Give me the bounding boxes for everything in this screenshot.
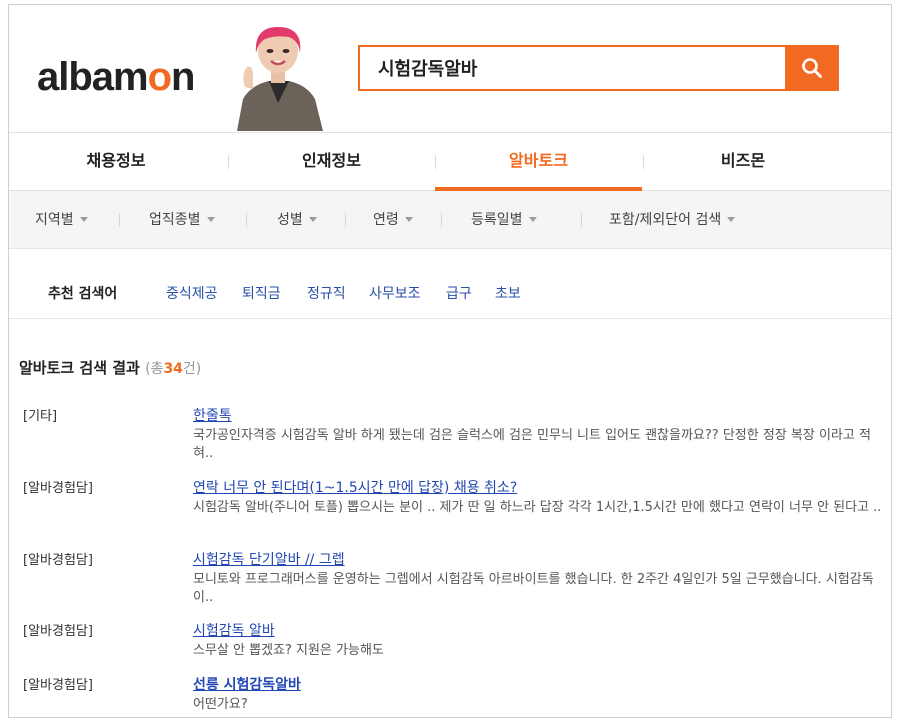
caret-down-icon	[206, 216, 215, 222]
recommended-keyword[interactable]: 정규직	[307, 283, 346, 303]
result-category: [알바경험담]	[23, 678, 93, 693]
header: albamon	[9, 5, 891, 132]
recommended-keyword[interactable]: 중식제공	[166, 283, 218, 303]
search-input[interactable]	[358, 45, 785, 91]
result-title-link[interactable]: 연락 너무 안 된다며(1~1.5시간 만에 답장) 채용 취소?	[193, 477, 517, 497]
albamon-logo[interactable]: albamon	[37, 55, 196, 99]
caret-down-icon	[727, 216, 736, 222]
result-snippet: 스무살 안 뽑겠죠? 지원은 가능해도	[193, 643, 384, 658]
search-icon	[802, 58, 822, 78]
result-title-link[interactable]: 선릉 시험감독알바	[193, 674, 301, 694]
recommended-keyword[interactable]: 초보	[495, 283, 521, 303]
results-title: 알바토크 검색 결과 (총34건)	[19, 357, 201, 378]
recommended-keyword[interactable]: 퇴직금	[242, 283, 281, 303]
filter-divider	[345, 213, 346, 227]
logo-accent: o	[147, 55, 172, 99]
filter-divider	[119, 213, 120, 227]
filter-label: 성별	[277, 212, 303, 228]
filter-label: 포함/제외단어 검색	[609, 212, 722, 228]
result-category: [알바경험담]	[23, 624, 93, 639]
page: albamon 채용정보 인재정보 알바토크	[8, 4, 892, 718]
recommended-keyword[interactable]: 급구	[446, 283, 472, 303]
result-category: [기타]	[23, 409, 58, 424]
tab-recruit-info[interactable]: 채용정보	[9, 133, 223, 191]
promo-model-image	[237, 27, 323, 131]
filter-bar: 지역별 업직종별 성별 연령 등록일별 포함/제외단어 검색	[9, 191, 891, 249]
result-title-link[interactable]: 한줄톡	[193, 405, 232, 425]
caret-down-icon	[308, 216, 317, 222]
result-snippet: 시험감독 알바(주니어 토플) 뽑으시는 분이 .. 제가 딴 일 하느라 답장…	[193, 500, 882, 515]
filter-label: 연령	[373, 212, 399, 228]
caret-down-icon	[528, 216, 537, 222]
logo-prefix: albam	[37, 55, 149, 99]
recommended-keyword[interactable]: 사무보조	[369, 283, 421, 303]
logo-suffix: n	[171, 55, 195, 99]
result-snippet: 국가공인자격증 시험감독 알바 하게 됐는데 검은 슬럭스에 검은 민무늬 니트…	[193, 428, 871, 461]
result-title-link[interactable]: 시험감독 단기알바 // 그렙	[193, 549, 345, 569]
caret-down-icon	[404, 216, 413, 222]
caret-down-icon	[79, 216, 88, 222]
filter-divider	[581, 213, 582, 227]
results-count: 34	[163, 361, 183, 377]
filter-age-dropdown[interactable]: 연령	[373, 191, 413, 249]
recommended-keywords: 추천 검색어 중식제공 퇴직금 정규직 사무보조 급구 초보	[9, 249, 891, 319]
filter-gender-dropdown[interactable]: 성별	[277, 191, 317, 249]
results-count-open: (총	[145, 361, 164, 377]
result-category: [알바경험담]	[23, 553, 93, 568]
result-category: [알바경험담]	[23, 481, 93, 496]
filter-divider	[246, 213, 247, 227]
results-title-text: 알바토크 검색 결과	[19, 359, 140, 377]
result-snippet: 어떤가요?	[193, 697, 248, 712]
search-button[interactable]	[785, 45, 839, 91]
filter-label: 등록일별	[471, 212, 523, 228]
main-nav: 채용정보 인재정보 알바토크 비즈몬	[9, 132, 891, 191]
filter-label: 지역별	[35, 212, 74, 228]
filter-region-dropdown[interactable]: 지역별	[35, 191, 88, 249]
filter-job-type-dropdown[interactable]: 업직종별	[149, 191, 215, 249]
filter-divider	[441, 213, 442, 227]
tab-talent-info[interactable]: 인재정보	[228, 133, 435, 191]
result-title-link[interactable]: 시험감독 알바	[193, 620, 275, 640]
recommended-label: 추천 검색어	[48, 286, 118, 302]
filter-date-dropdown[interactable]: 등록일별	[471, 191, 537, 249]
result-snippet: 모니토와 프로그래머스를 운영하는 그렙에서 시험감독 아르바이트를 했습니다.…	[193, 572, 874, 605]
tab-alba-talk[interactable]: 알바토크	[435, 133, 642, 191]
filter-label: 업직종별	[149, 212, 201, 228]
filter-keyword-dropdown[interactable]: 포함/제외단어 검색	[609, 191, 736, 249]
search-bar	[358, 45, 839, 91]
results-count-close: 건)	[182, 361, 202, 377]
tab-bizmon[interactable]: 비즈몬	[643, 133, 843, 191]
